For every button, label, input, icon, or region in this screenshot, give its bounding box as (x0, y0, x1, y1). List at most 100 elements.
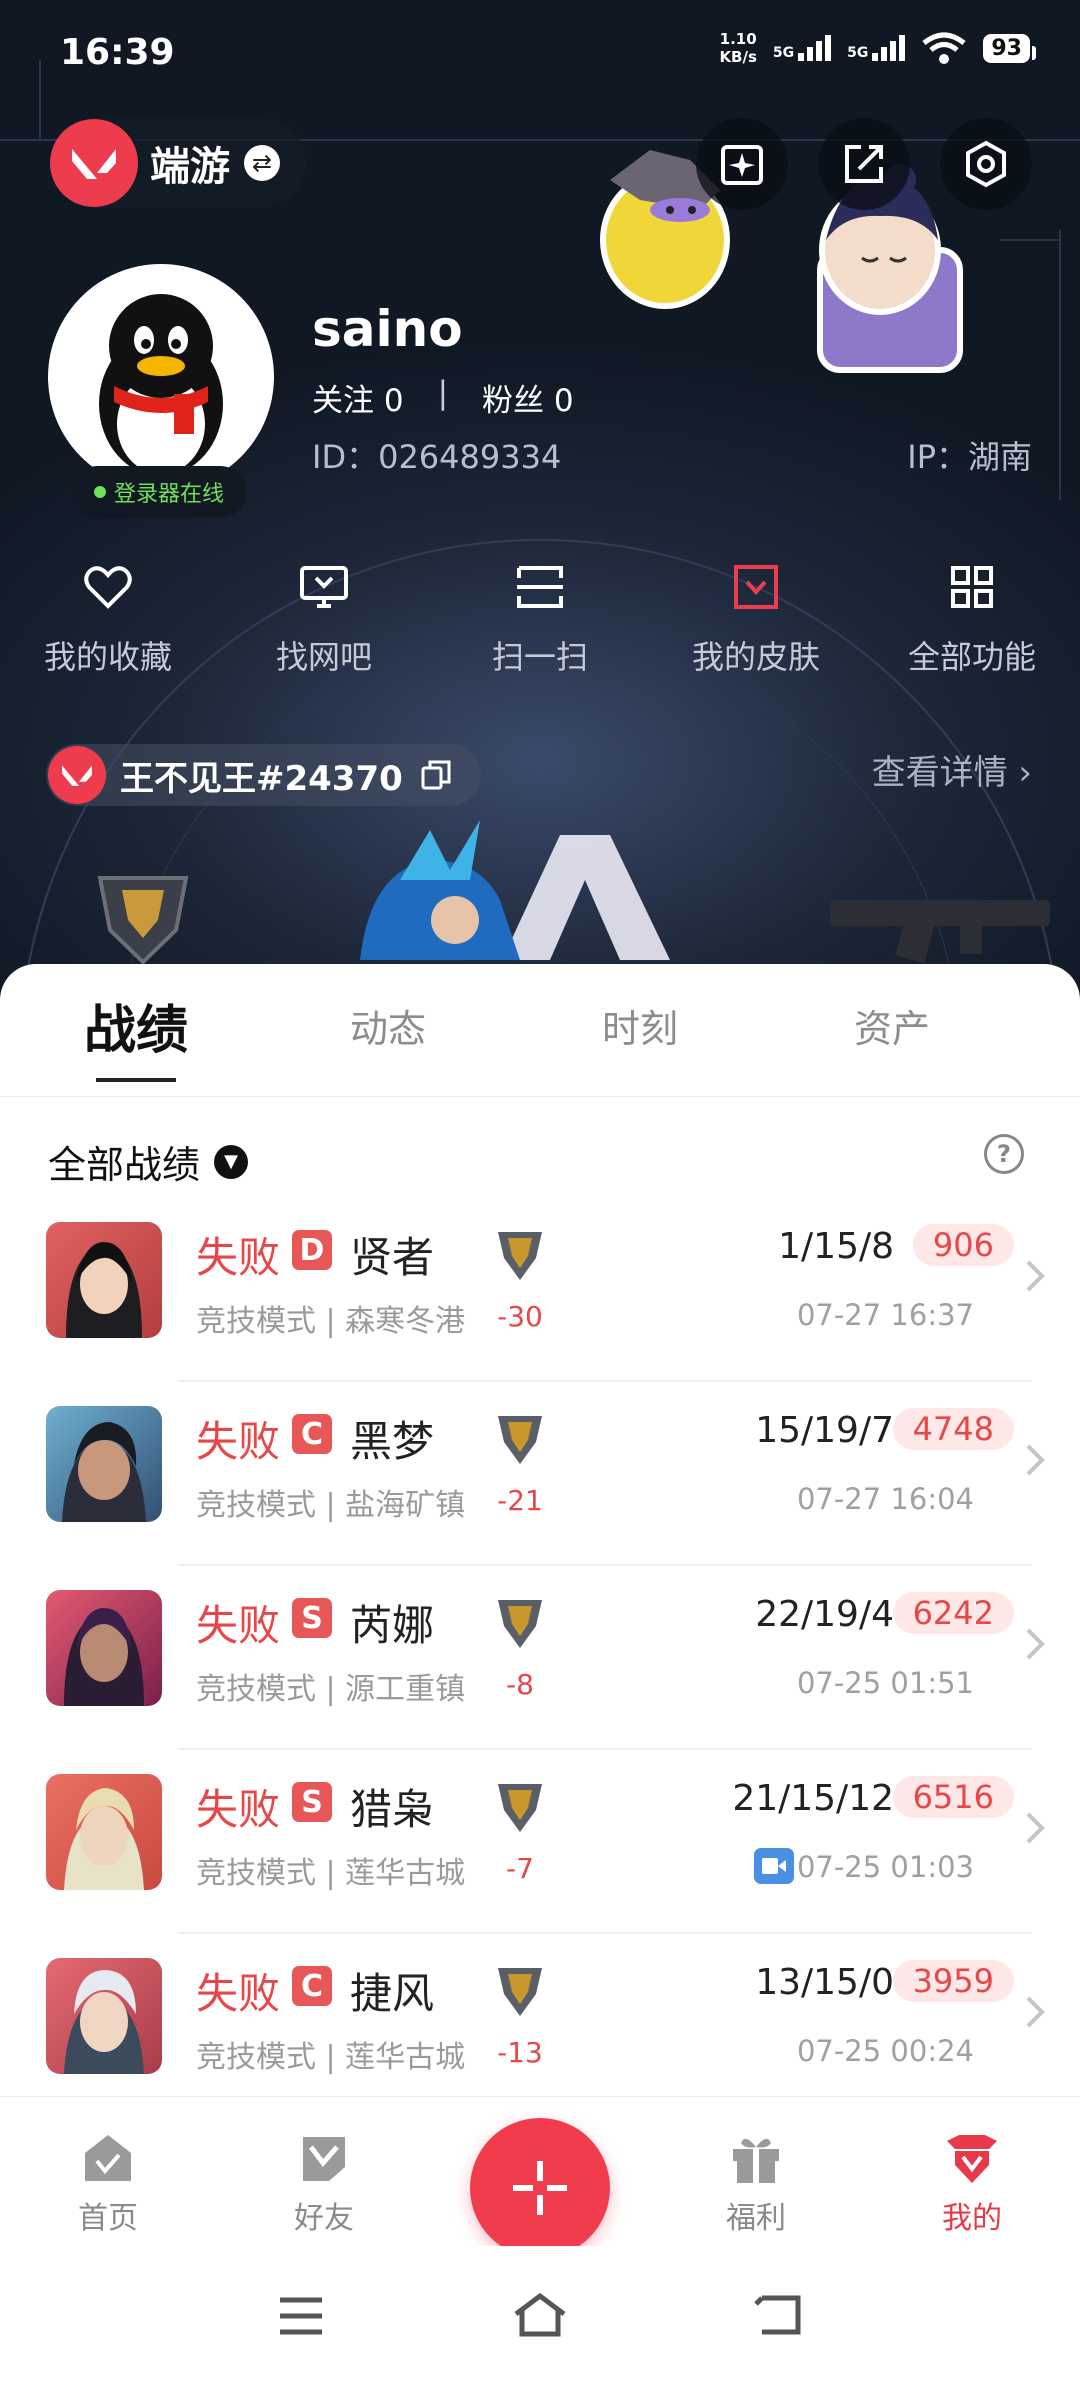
skin-icon (734, 565, 778, 609)
kda: 21/15/12 (732, 1778, 894, 1819)
online-status-label: 登录器在线 (114, 482, 225, 507)
status-time: 16:39 (60, 32, 175, 73)
create-post-button[interactable] (470, 2118, 610, 2258)
combat-score-badge: 6516 (892, 1776, 1014, 1818)
tab-record[interactable]: 战绩 (10, 964, 262, 1096)
home-icon[interactable] (510, 2290, 570, 2340)
menu-item-internet-cafe[interactable]: 找网吧 (216, 560, 432, 678)
nav-me[interactable]: 我的 (864, 2097, 1080, 2247)
rank-rating-change: -13 (497, 2036, 543, 2069)
penguin-avatar-icon (99, 294, 223, 486)
menu-item-all-features[interactable]: 全部功能 (864, 560, 1080, 678)
user-id: ID：026489334 (312, 438, 562, 476)
match-row[interactable]: 失败 D 贤者 竞技模式 | 森寒冬港 -30 1/15/8 906 07-27… (0, 1198, 1080, 1382)
tab-label: 动态 (349, 1007, 426, 1051)
grid-icon (951, 566, 993, 608)
share-button[interactable] (818, 118, 910, 210)
sparkle-frame-button[interactable] (696, 118, 788, 210)
share-icon (845, 145, 883, 183)
agent-portrait (46, 1590, 162, 1706)
ip-location: IP：湖南 (907, 438, 1032, 476)
menu-item-skins[interactable]: 我的皮肤 (648, 560, 864, 678)
help-icon[interactable]: ? (984, 1134, 1024, 1174)
nav-label: 首页 (78, 2201, 138, 2236)
gift-icon (733, 2138, 779, 2183)
agent-portrait (46, 1774, 162, 1890)
agent-name: 芮娜 (350, 1601, 435, 1650)
combat-score-badge: 6242 (892, 1592, 1014, 1634)
agent-name: 贤者 (350, 1233, 435, 1282)
sim1-signal: 5G (773, 35, 832, 61)
match-row[interactable]: 失败 C 黑梦 竞技模式 | 盐海矿镇 -21 15/19/7 4748 07-… (0, 1382, 1080, 1566)
letter-a-artwork (502, 835, 670, 960)
menu-item-favorites[interactable]: 我的收藏 (0, 560, 216, 678)
swap-icon: ⇄ (244, 145, 280, 181)
app-switcher[interactable]: 端游 ⇄ (50, 118, 306, 208)
menu-label: 全部功能 (907, 638, 1036, 676)
match-result: 失败 (196, 1601, 281, 1650)
friends-icon (303, 2137, 345, 2181)
agent-name: 猎枭 (350, 1785, 435, 1834)
nickname: saino (312, 300, 463, 358)
combat-score-badge: 3959 (892, 1960, 1014, 2002)
agent-portrait (46, 1406, 162, 1522)
avatar[interactable] (48, 264, 274, 490)
menu-label: 我的收藏 (43, 638, 172, 676)
match-grade-badge: C (292, 1966, 332, 2006)
following-count[interactable]: 关注 0 (312, 375, 404, 420)
follow-stats: 关注 0 | 粉丝 0 (312, 375, 574, 420)
back-icon[interactable] (752, 2290, 806, 2340)
kda: 13/15/0 (755, 1962, 894, 2003)
sim2-signal: 5G (847, 35, 906, 61)
game-account-chip[interactable]: 王不见王#24370 (46, 744, 481, 806)
match-mode: 竞技模式 | 莲华古城 (196, 1856, 466, 1891)
rank-rating-change: -30 (497, 1300, 543, 1333)
status-bar: 16:39 1.10 KB/s 5G 5G 93 (0, 0, 1080, 110)
nav-welfare[interactable]: 福利 (648, 2097, 864, 2247)
network-speed-value: 1.10 (719, 30, 757, 48)
match-date: 07-27 16:04 (796, 1482, 974, 1516)
record-filter[interactable]: 全部战绩 ▼ (48, 1134, 249, 1189)
rank-icon (498, 1600, 542, 1648)
match-row[interactable]: 失败 S 芮娜 竞技模式 | 源工重镇 -8 22/19/4 6242 07-2… (0, 1566, 1080, 1750)
network-speed-unit: KB/s (719, 48, 757, 66)
signal-bars-icon (872, 35, 906, 61)
menu-icon[interactable] (276, 2294, 326, 2338)
menu-item-scan[interactable]: 扫一扫 (432, 560, 648, 678)
kda: 15/19/7 (755, 1410, 894, 1451)
match-mode: 竞技模式 | 盐海矿镇 (196, 1488, 466, 1523)
match-row[interactable]: 失败 C 捷风 竞技模式 | 莲华古城 -13 13/15/0 3959 07-… (0, 1934, 1080, 2096)
nav-home[interactable]: 首页 (0, 2097, 216, 2247)
tab-assets[interactable]: 资产 (766, 964, 1018, 1096)
video-replay-icon[interactable] (754, 1848, 794, 1884)
tab-label: 资产 (853, 1007, 930, 1051)
filter-label: 全部战绩 (48, 1143, 201, 1187)
content-sheet: 战绩 动态 时刻 资产 全部战绩 ▼ ? 失败 D 贤者 竞技模式 | 森寒冬港… (0, 964, 1080, 2096)
menu-label: 找网吧 (275, 638, 372, 676)
view-details-link[interactable]: 查看详情 › (872, 745, 1032, 794)
tab-activity[interactable]: 动态 (262, 964, 514, 1096)
plus-icon (513, 2161, 567, 2215)
match-date: 07-25 01:03 (796, 1850, 974, 1884)
wifi-icon (922, 32, 966, 64)
nav-friends[interactable]: 好友 (216, 2097, 432, 2247)
tab-label: 时刻 (601, 1007, 678, 1051)
tab-moments[interactable]: 时刻 (514, 964, 766, 1096)
followers-count[interactable]: 粉丝 0 (482, 375, 574, 420)
match-row[interactable]: 失败 S 猎枭 竞技模式 | 莲华古城 -7 21/15/12 6516 07-… (0, 1750, 1080, 1934)
follow-separator: | (437, 375, 449, 411)
rank-icon (498, 1968, 542, 2016)
match-date: 07-27 16:37 (796, 1298, 974, 1332)
sparkle-frame-icon (721, 145, 763, 185)
battery-indicator: 93 (983, 33, 1036, 63)
match-date: 07-25 00:24 (796, 2034, 974, 2068)
tab-indicator (96, 1078, 176, 1082)
copy-icon[interactable] (419, 758, 453, 792)
settings-button[interactable] (940, 118, 1032, 210)
match-grade-badge: S (292, 1598, 332, 1638)
chevron-right-icon (1026, 1812, 1045, 1844)
combat-score-badge: 906 (912, 1224, 1014, 1266)
agent-name: 捷风 (350, 1969, 435, 2018)
menu-label: 扫一扫 (491, 638, 588, 676)
app-name: 端游 (150, 144, 230, 190)
